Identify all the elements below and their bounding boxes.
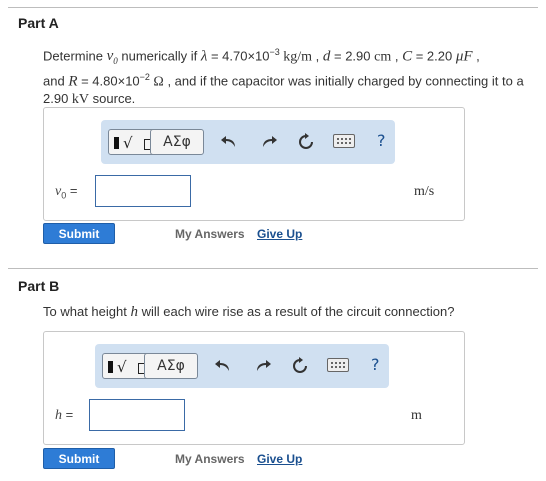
keyboard-icon[interactable] <box>327 358 349 372</box>
part-b-submit-button[interactable]: Submit <box>43 448 115 469</box>
q-determine: Determine <box>43 48 107 64</box>
help-icon[interactable]: ? <box>377 131 386 150</box>
part-a-give-up-link[interactable]: Give Up <box>257 227 302 241</box>
top-divider <box>8 7 538 8</box>
templates-button[interactable]: √ <box>102 353 150 379</box>
reset-icon[interactable] <box>288 354 312 378</box>
part-b-divider <box>8 268 538 269</box>
redo-icon[interactable] <box>257 130 281 154</box>
part-a-title: Part A <box>18 15 59 31</box>
greek-letters-button[interactable]: ΑΣφ <box>144 353 198 379</box>
greek-letters-button[interactable]: ΑΣφ <box>150 129 204 155</box>
part-b-title: Part B <box>18 278 60 294</box>
part-a-my-answers-link[interactable]: My Answers <box>175 227 245 241</box>
part-b-my-answers-link[interactable]: My Answers <box>175 452 245 466</box>
h-unit: m <box>411 408 422 423</box>
keyboard-icon[interactable] <box>333 134 355 148</box>
help-icon[interactable]: ? <box>371 355 380 374</box>
undo-icon[interactable] <box>217 130 241 154</box>
part-b-answer-box: √ ΑΣφ ? h = m <box>43 331 465 445</box>
part-b-question: To what height h will each wire rise as … <box>43 304 455 320</box>
templates-icon <box>114 137 119 149</box>
part-a-question: Determine v0 numerically if λ = 4.70×10−… <box>43 47 524 107</box>
h-label: h = <box>55 407 74 423</box>
reset-icon[interactable] <box>294 130 318 154</box>
math-toolbar: √ ΑΣφ ? <box>101 120 395 164</box>
h-answer-input[interactable] <box>89 399 185 431</box>
templates-icon <box>108 361 113 373</box>
v0-unit: m/s <box>414 184 435 199</box>
v0-answer-input[interactable] <box>95 175 191 207</box>
sqrt-icon: √ <box>117 358 127 376</box>
q-v0: v0 <box>106 48 118 67</box>
v0-label: v0 = <box>55 183 78 201</box>
part-b-give-up-link[interactable]: Give Up <box>257 452 302 466</box>
sqrt-icon: √ <box>123 134 133 152</box>
undo-icon[interactable] <box>211 354 235 378</box>
redo-icon[interactable] <box>251 354 275 378</box>
math-toolbar: √ ΑΣφ ? <box>95 344 389 388</box>
part-a-answer-box: √ ΑΣφ ? v0 = m/s <box>43 107 465 221</box>
part-a-submit-button[interactable]: Submit <box>43 223 115 244</box>
templates-button[interactable]: √ <box>108 129 156 155</box>
